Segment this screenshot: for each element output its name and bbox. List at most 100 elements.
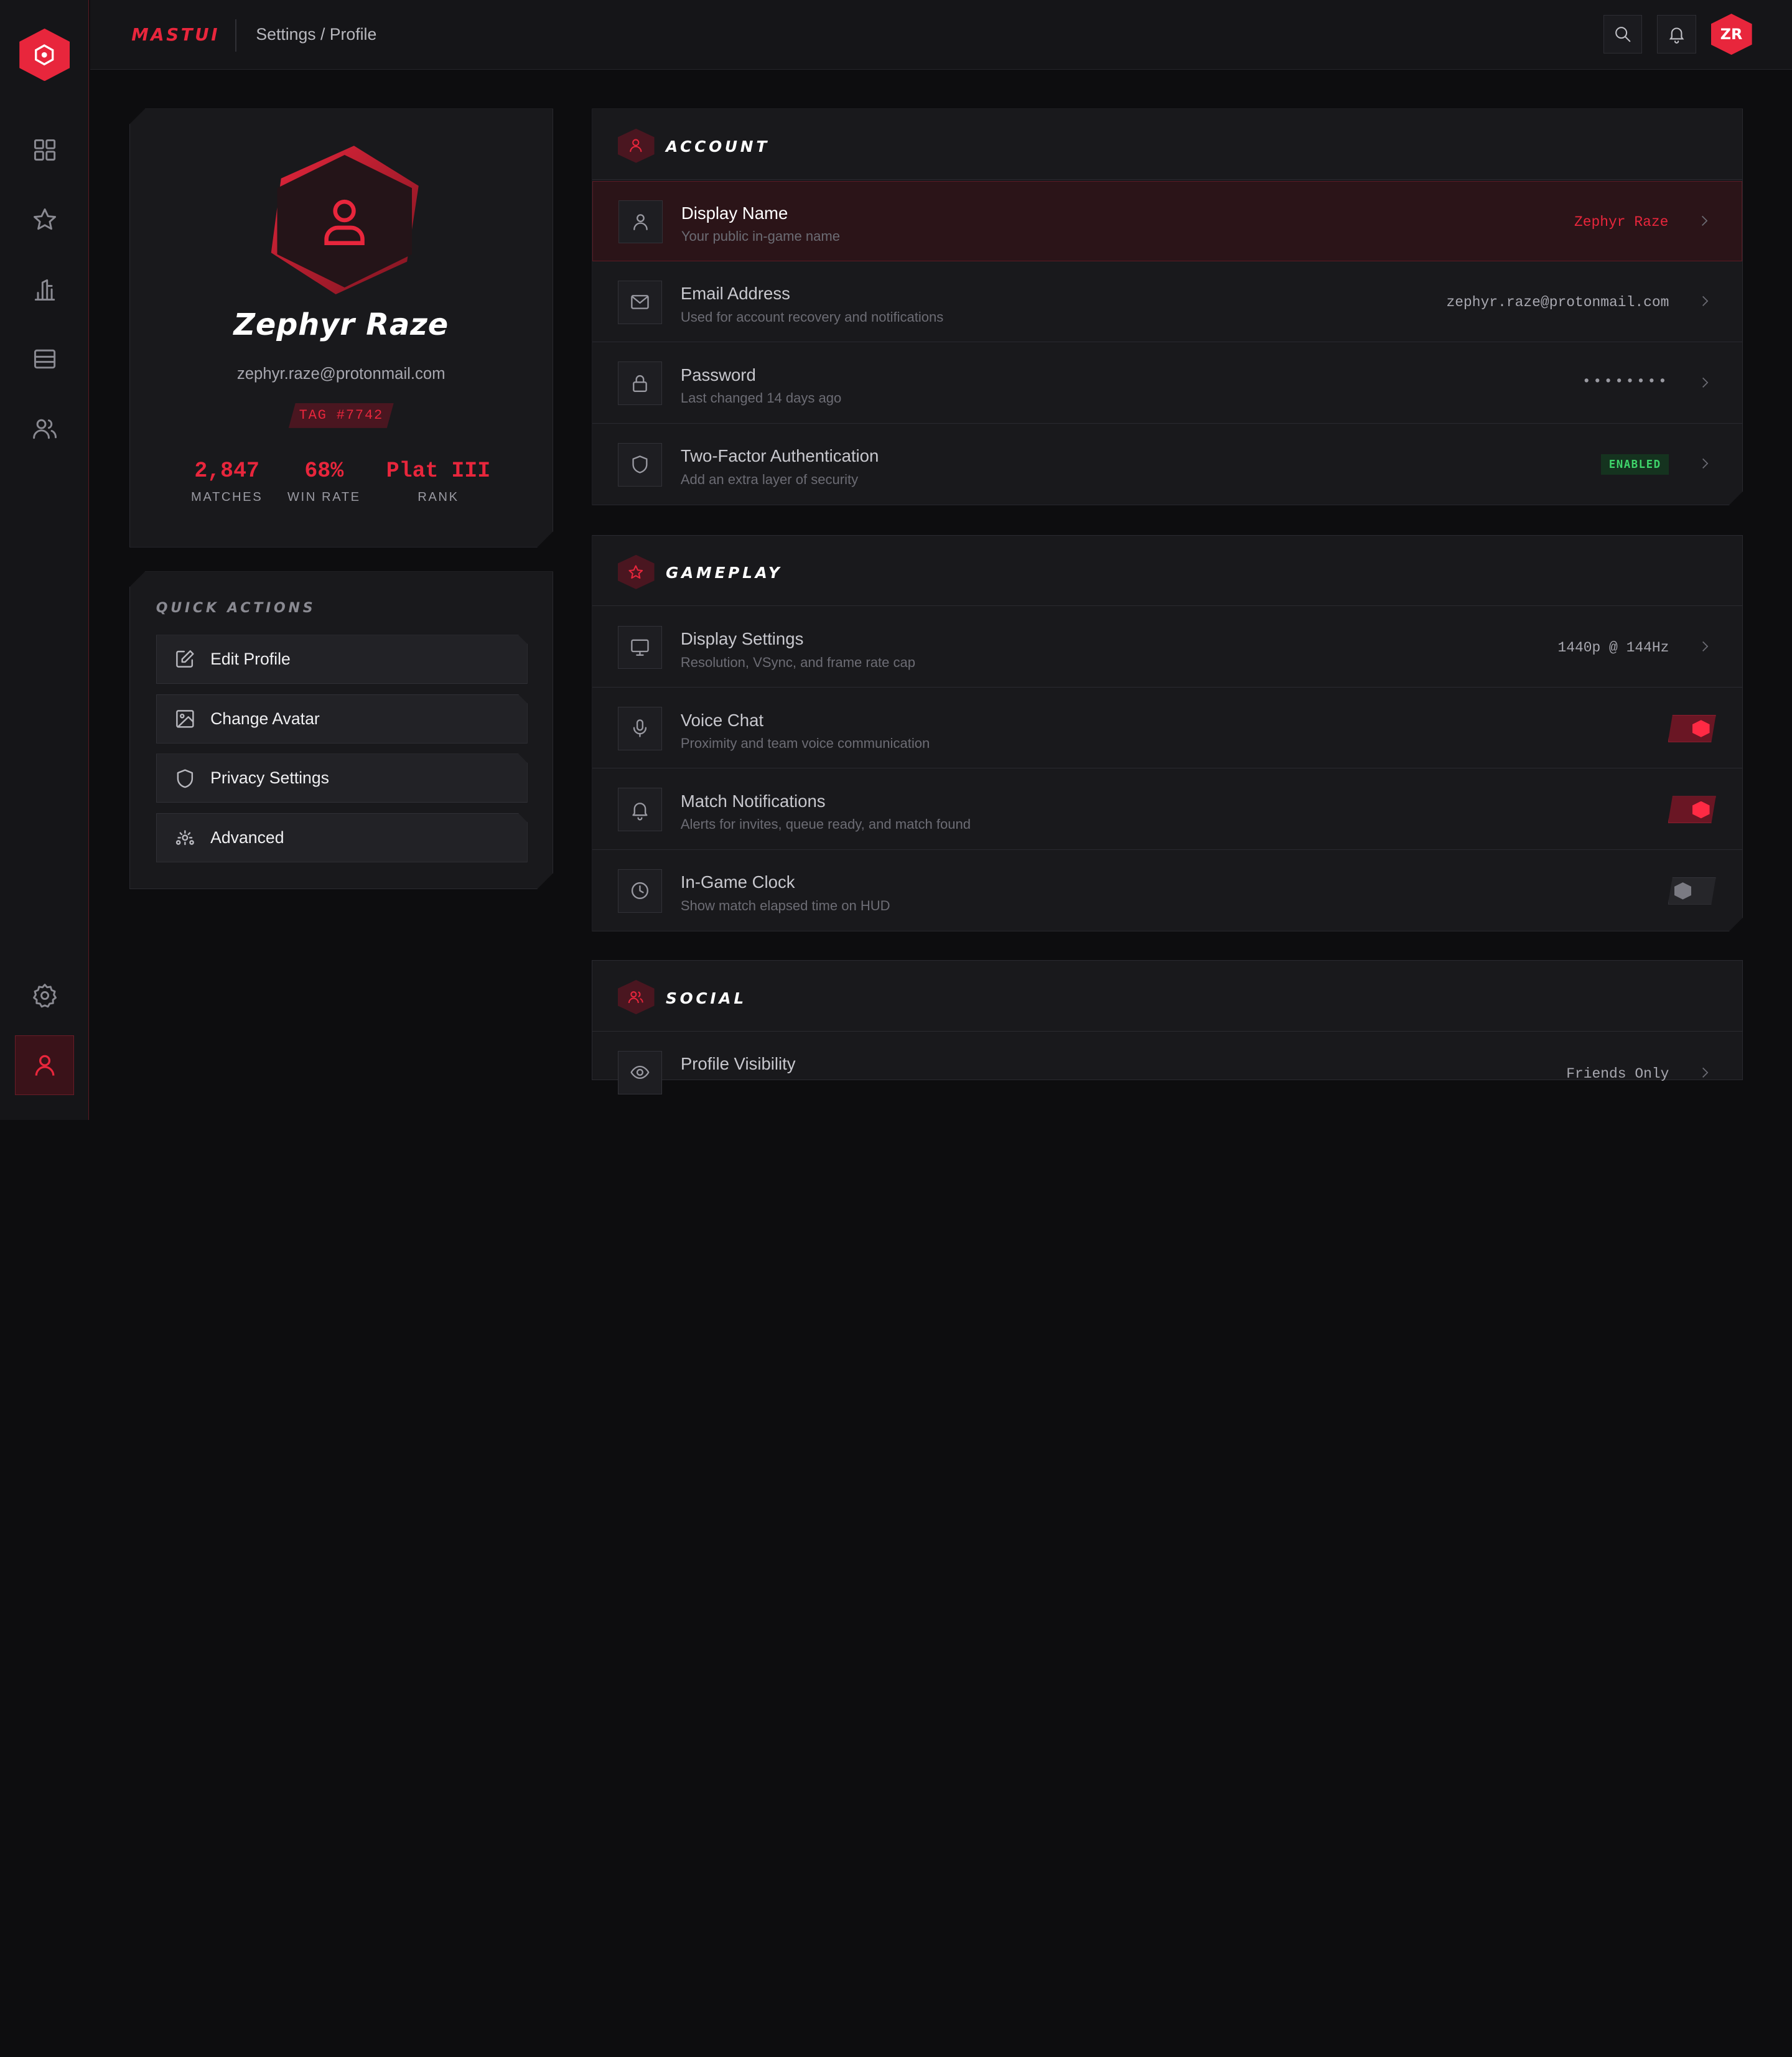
row-icon bbox=[618, 869, 663, 913]
podium-icon bbox=[34, 279, 55, 301]
stat-value: Plat III bbox=[386, 459, 491, 483]
stat-win-rate: 68% WIN RATE bbox=[285, 459, 363, 505]
user-icon bbox=[314, 190, 375, 252]
sidebar-item-dashboard[interactable] bbox=[22, 127, 67, 172]
settings-icon bbox=[174, 826, 197, 849]
chevron-right-icon bbox=[1697, 455, 1713, 472]
row-description: Your public in-game name bbox=[681, 228, 840, 245]
microphone-icon bbox=[629, 717, 651, 739]
row-label: Password bbox=[680, 365, 756, 385]
in-game-clock-toggle[interactable] bbox=[1668, 877, 1716, 905]
user-icon bbox=[35, 1055, 55, 1076]
chevron-right-icon bbox=[1697, 293, 1713, 309]
row-label: Display Settings bbox=[680, 629, 804, 649]
breadcrumb: Settings / Profile bbox=[256, 25, 377, 44]
section-icon bbox=[618, 129, 655, 163]
user-icon bbox=[630, 211, 651, 233]
status-badge: ENABLED bbox=[1601, 454, 1669, 475]
mail-icon bbox=[629, 291, 651, 313]
users-icon bbox=[628, 991, 644, 1003]
section-icon bbox=[617, 980, 655, 1015]
clock-icon bbox=[629, 880, 651, 902]
setting-voice-chat[interactable]: Voice Chat Proximity and team voice comm… bbox=[592, 689, 1742, 769]
row-icon bbox=[617, 1050, 663, 1094]
sidebar-item-profile[interactable] bbox=[14, 1035, 75, 1095]
row-value: •••••••• bbox=[1582, 373, 1669, 389]
social-section: SOCIAL Profile Visibility Friends Only bbox=[592, 959, 1743, 1094]
sidebar-item-leaderboard[interactable] bbox=[22, 266, 67, 312]
setting-password[interactable]: Password Last changed 14 days ago ••••••… bbox=[592, 343, 1742, 424]
row-icon bbox=[618, 361, 663, 405]
row-description: Used for account recovery and notificati… bbox=[680, 309, 944, 325]
voice-chat-toggle[interactable] bbox=[1668, 715, 1716, 742]
profile-email: zephyr.raze@protonmail.com bbox=[236, 365, 446, 383]
logo-icon[interactable] bbox=[19, 28, 70, 82]
row-label: Match Notifications bbox=[680, 791, 826, 811]
row-icon bbox=[618, 200, 663, 244]
stat-value: 68% bbox=[304, 459, 344, 483]
row-label: Email Address bbox=[680, 284, 790, 304]
row-description: Proximity and team voice communication bbox=[680, 735, 930, 751]
button-label: Privacy Settings bbox=[210, 768, 329, 788]
setting-two-factor-auth[interactable]: Two-Factor Authentication Add an extra l… bbox=[592, 424, 1742, 505]
gear-icon bbox=[32, 983, 57, 1008]
sidebar-item-favorites[interactable] bbox=[22, 197, 67, 242]
sidebar-item-friends[interactable] bbox=[22, 406, 67, 451]
button-label: Change Avatar bbox=[210, 709, 320, 728]
hex-logo-icon bbox=[35, 44, 54, 66]
row-icon bbox=[618, 626, 663, 669]
bell-icon bbox=[629, 799, 651, 821]
row-icon bbox=[618, 443, 663, 487]
button-label: Edit Profile bbox=[210, 650, 291, 669]
chevron-right-icon bbox=[1697, 375, 1713, 391]
brand-logo-text[interactable]: MASTUI bbox=[131, 25, 220, 45]
sidebar-item-inventory[interactable] bbox=[22, 336, 67, 381]
section-title: GAMEPLAY bbox=[665, 564, 783, 582]
profile-avatar[interactable] bbox=[261, 146, 427, 294]
row-icon bbox=[618, 788, 663, 831]
row-description: Alerts for invites, queue ready, and mat… bbox=[680, 816, 971, 833]
card-icon bbox=[34, 349, 55, 368]
user-avatar[interactable]: ZR bbox=[1710, 14, 1752, 55]
star-icon bbox=[33, 208, 56, 230]
search-button[interactable] bbox=[1603, 14, 1643, 54]
privacy-settings-button[interactable]: Privacy Settings bbox=[156, 753, 528, 803]
section-title: SOCIAL bbox=[665, 989, 747, 1007]
row-description: Show match elapsed time on HUD bbox=[680, 897, 890, 913]
grid-icon bbox=[34, 139, 55, 161]
shield-icon bbox=[174, 767, 197, 790]
match-notifications-toggle[interactable] bbox=[1668, 796, 1716, 823]
setting-match-notifications[interactable]: Match Notifications Alerts for invites, … bbox=[592, 770, 1742, 850]
setting-display-name[interactable]: Display Name Your public in-game name Ze… bbox=[592, 181, 1742, 261]
setting-email-address[interactable]: Email Address Used for account recovery … bbox=[592, 263, 1742, 343]
section-icon bbox=[618, 555, 655, 589]
stat-label: RANK bbox=[418, 490, 459, 504]
setting-in-game-clock[interactable]: In-Game Clock Show match elapsed time on… bbox=[592, 851, 1742, 931]
bell-icon bbox=[1669, 28, 1684, 44]
chevron-right-icon bbox=[1696, 213, 1712, 229]
users-icon bbox=[32, 419, 57, 439]
user-icon bbox=[627, 137, 645, 154]
quick-actions-title: QUICK ACTIONS bbox=[156, 600, 316, 617]
row-description: Last changed 14 days ago bbox=[680, 390, 842, 406]
profile-name: Zephyr Raze bbox=[233, 308, 449, 343]
stat-value: 2,847 bbox=[194, 459, 259, 483]
advanced-button[interactable]: Advanced bbox=[156, 813, 528, 862]
setting-display-settings[interactable]: Display Settings Resolution, VSync, and … bbox=[592, 607, 1742, 688]
setting-profile-visibility[interactable]: Profile Visibility Friends Only bbox=[592, 1033, 1742, 1113]
app-root: MASTUI Settings / Profile ZR Zephyr Raze… bbox=[0, 0, 1792, 1120]
sidebar-item-settings[interactable] bbox=[22, 973, 67, 1018]
stat-label: WIN RATE bbox=[287, 490, 361, 504]
lock-icon bbox=[629, 373, 651, 394]
change-avatar-button[interactable]: Change Avatar bbox=[156, 694, 528, 744]
edit-profile-button[interactable]: Edit Profile bbox=[156, 635, 528, 684]
chevron-right-icon bbox=[1697, 638, 1713, 655]
account-section: ACCOUNT Display Name Your public in-game… bbox=[592, 108, 1743, 505]
row-value: 1440p @ 144Hz bbox=[1557, 639, 1669, 656]
topbar: MASTUI Settings / Profile ZR bbox=[90, 0, 1792, 70]
stat-matches: 2,847 MATCHES bbox=[189, 459, 264, 505]
profile-card: Zephyr Raze zephyr.raze@protonmail.com T… bbox=[129, 108, 553, 547]
row-label: Two-Factor Authentication bbox=[680, 446, 879, 466]
section-title: ACCOUNT bbox=[665, 138, 770, 156]
notifications-button[interactable] bbox=[1657, 14, 1696, 54]
